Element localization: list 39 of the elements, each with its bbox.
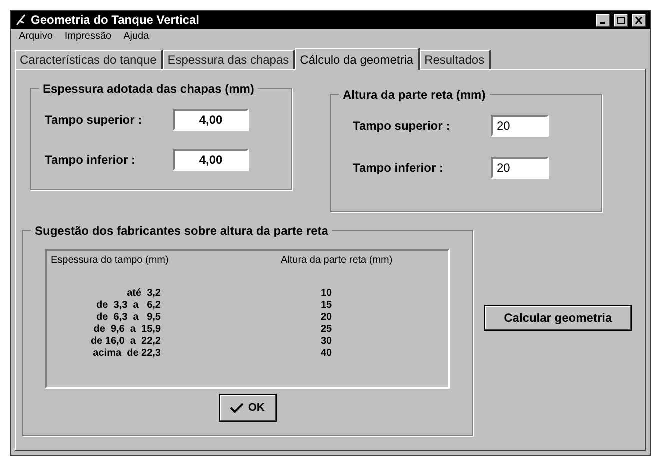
field-label: Tampo superior :	[353, 118, 452, 135]
table-cell: 20	[321, 312, 332, 324]
menu-item[interactable]: Impressão	[64, 29, 112, 44]
app-icon	[15, 14, 27, 26]
field-label: Tampo inferior :	[353, 160, 444, 177]
maximize-icon	[617, 16, 625, 24]
checkmark-icon	[230, 403, 244, 413]
table-cell-text: de 6,3 a 9,5	[96, 312, 161, 324]
menu-item[interactable]: Arquivo	[19, 29, 53, 44]
tab[interactable]: Características do tanque	[15, 50, 163, 69]
input-field[interactable]: 20	[491, 157, 549, 179]
field-label: Tampo inferior :	[45, 152, 136, 169]
table-cell-text: de 3,3 a 6,2	[96, 300, 161, 312]
input-field[interactable]: 20	[491, 115, 549, 137]
table-cell-text: de 16,0 a 22,2	[90, 336, 161, 348]
calculate-button[interactable]: Calcular geometria	[485, 306, 631, 330]
field-label: Tampo superior :	[45, 112, 144, 129]
ok-button[interactable]: OK	[220, 395, 276, 421]
tab[interactable]: Cálculo da geometria	[295, 48, 420, 70]
table-cell: 30	[321, 336, 332, 348]
maximize-button[interactable]	[614, 14, 628, 26]
column-header: Espessura do tampo (mm)	[51, 254, 170, 268]
table-cell: 15	[321, 300, 332, 312]
table-cell: 25	[321, 324, 332, 336]
table-cell-text: acima de 22,3	[92, 348, 161, 360]
window-title: Geometria do Tanque Vertical	[31, 12, 200, 29]
close-icon	[635, 16, 643, 24]
table-cell-text: de 9,6 a 15,9	[92, 324, 161, 336]
tab[interactable]: Resultados	[420, 50, 491, 69]
table-cell: 10	[321, 288, 332, 300]
tab[interactable]: Espessura das chapas	[162, 50, 296, 69]
menu-item[interactable]: Ajuda	[124, 29, 150, 44]
table-cell-text: até 3,2	[126, 288, 161, 300]
input-field[interactable]: 4,00	[173, 149, 249, 171]
input-field[interactable]: 4,00	[173, 109, 249, 131]
table-cell: 40	[321, 348, 332, 360]
column-header: Altura da parte reta (mm)	[281, 254, 393, 268]
close-button[interactable]	[632, 14, 646, 26]
minimize-button[interactable]	[596, 14, 610, 26]
